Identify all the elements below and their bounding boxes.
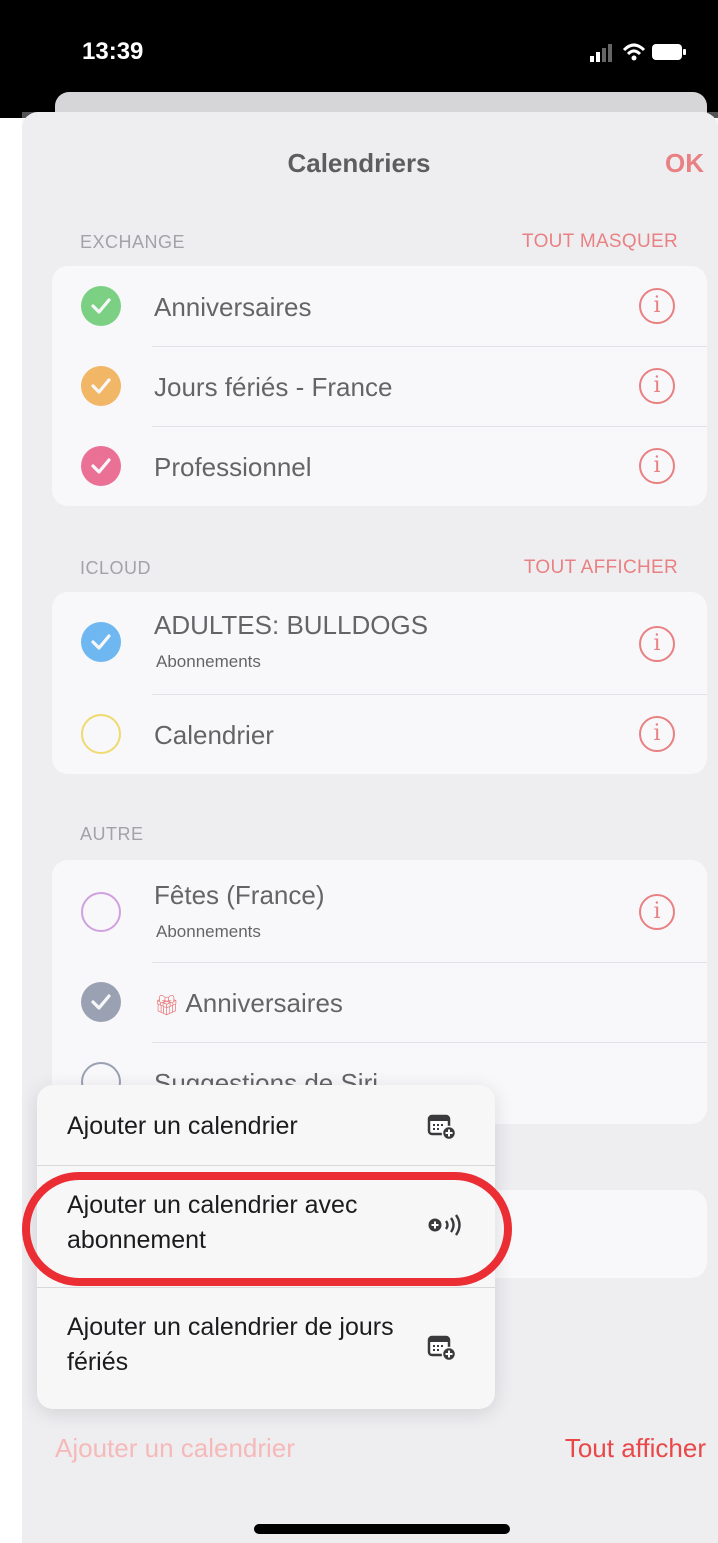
checkbox-checked-icon[interactable] — [81, 446, 121, 486]
section-header-icloud: ICLOUD — [80, 558, 152, 578]
checkbox-checked-icon[interactable] — [81, 366, 121, 406]
home-indicator — [254, 1524, 510, 1534]
info-icon[interactable]: i — [639, 448, 675, 484]
hide-all-button[interactable]: TOUT MASQUER — [522, 231, 678, 253]
checkbox-unchecked-icon[interactable] — [81, 892, 121, 932]
calendar-row[interactable]: Professionnel i — [52, 426, 707, 506]
add-calendar-button[interactable]: Ajouter un calendrier — [55, 1433, 295, 1464]
info-icon[interactable]: i — [639, 894, 675, 930]
calendar-row[interactable]: Calendrier i — [52, 694, 707, 774]
info-icon[interactable]: i — [639, 288, 675, 324]
show-all-calendars-button[interactable]: Tout afficher — [565, 1433, 706, 1464]
menu-item-add-calendar[interactable]: Ajouter un calendrier — [37, 1085, 495, 1165]
calendar-add-icon — [427, 1335, 457, 1362]
show-all-button[interactable]: TOUT AFFICHER — [524, 557, 678, 579]
calendar-subtitle: Abonnements — [156, 652, 261, 671]
highlight-annotation — [22, 1172, 512, 1286]
menu-item-label: Ajouter un calendrier de jours fériés — [67, 1313, 394, 1376]
status-time: 13:39 — [82, 38, 144, 65]
info-icon[interactable]: i — [639, 626, 675, 662]
exchange-group: Anniversaires i Jours fériés - France i … — [52, 266, 707, 506]
menu-item-add-holidays[interactable]: Ajouter un calendrier de jours fériés — [37, 1288, 495, 1409]
calendar-row[interactable]: 🎁︎ Anniversaires — [52, 962, 707, 1042]
info-icon[interactable]: i — [639, 368, 675, 404]
gift-icon: 🎁︎ — [154, 995, 180, 1017]
checkbox-unchecked-icon[interactable] — [81, 714, 121, 754]
calendar-row[interactable]: Fêtes (France) Abonnements i — [52, 860, 707, 962]
section-header-autre: AUTRE — [80, 824, 144, 844]
calendar-name: Professionnel — [154, 452, 312, 482]
calendar-name: Fêtes (France) — [154, 880, 325, 910]
info-icon[interactable]: i — [639, 716, 675, 752]
calendar-name: Anniversaires — [154, 292, 312, 322]
calendar-row[interactable]: Anniversaires i — [52, 266, 707, 346]
calendar-row[interactable]: ADULTES: BULLDOGS Abonnements i — [52, 592, 707, 694]
calendar-row[interactable]: Jours fériés - France i — [52, 346, 707, 426]
calendar-subtitle: Abonnements — [156, 922, 261, 941]
calendar-name-with-icon: 🎁︎ Anniversaires — [154, 988, 343, 1019]
checkbox-checked-icon[interactable] — [81, 286, 121, 326]
status-icons — [590, 40, 690, 64]
done-button[interactable]: OK — [665, 148, 704, 179]
menu-item-label: Ajouter un calendrier — [67, 1112, 298, 1140]
calendar-name: Calendrier — [154, 720, 274, 750]
icloud-group: ADULTES: BULLDOGS Abonnements i Calendri… — [52, 592, 707, 774]
calendar-name: Anniversaires — [185, 988, 343, 1018]
calendar-name: ADULTES: BULLDOGS — [154, 610, 429, 640]
page-title: Calendriers — [287, 148, 431, 178]
section-header-exchange: EXCHANGE — [80, 232, 186, 252]
checkbox-checked-icon[interactable] — [81, 622, 121, 662]
calendar-name: Jours fériés - France — [154, 372, 393, 402]
calendar-add-icon — [427, 1114, 457, 1141]
checkbox-checked-icon[interactable] — [81, 982, 121, 1022]
signal-wifi-battery-icon — [590, 43, 686, 62]
